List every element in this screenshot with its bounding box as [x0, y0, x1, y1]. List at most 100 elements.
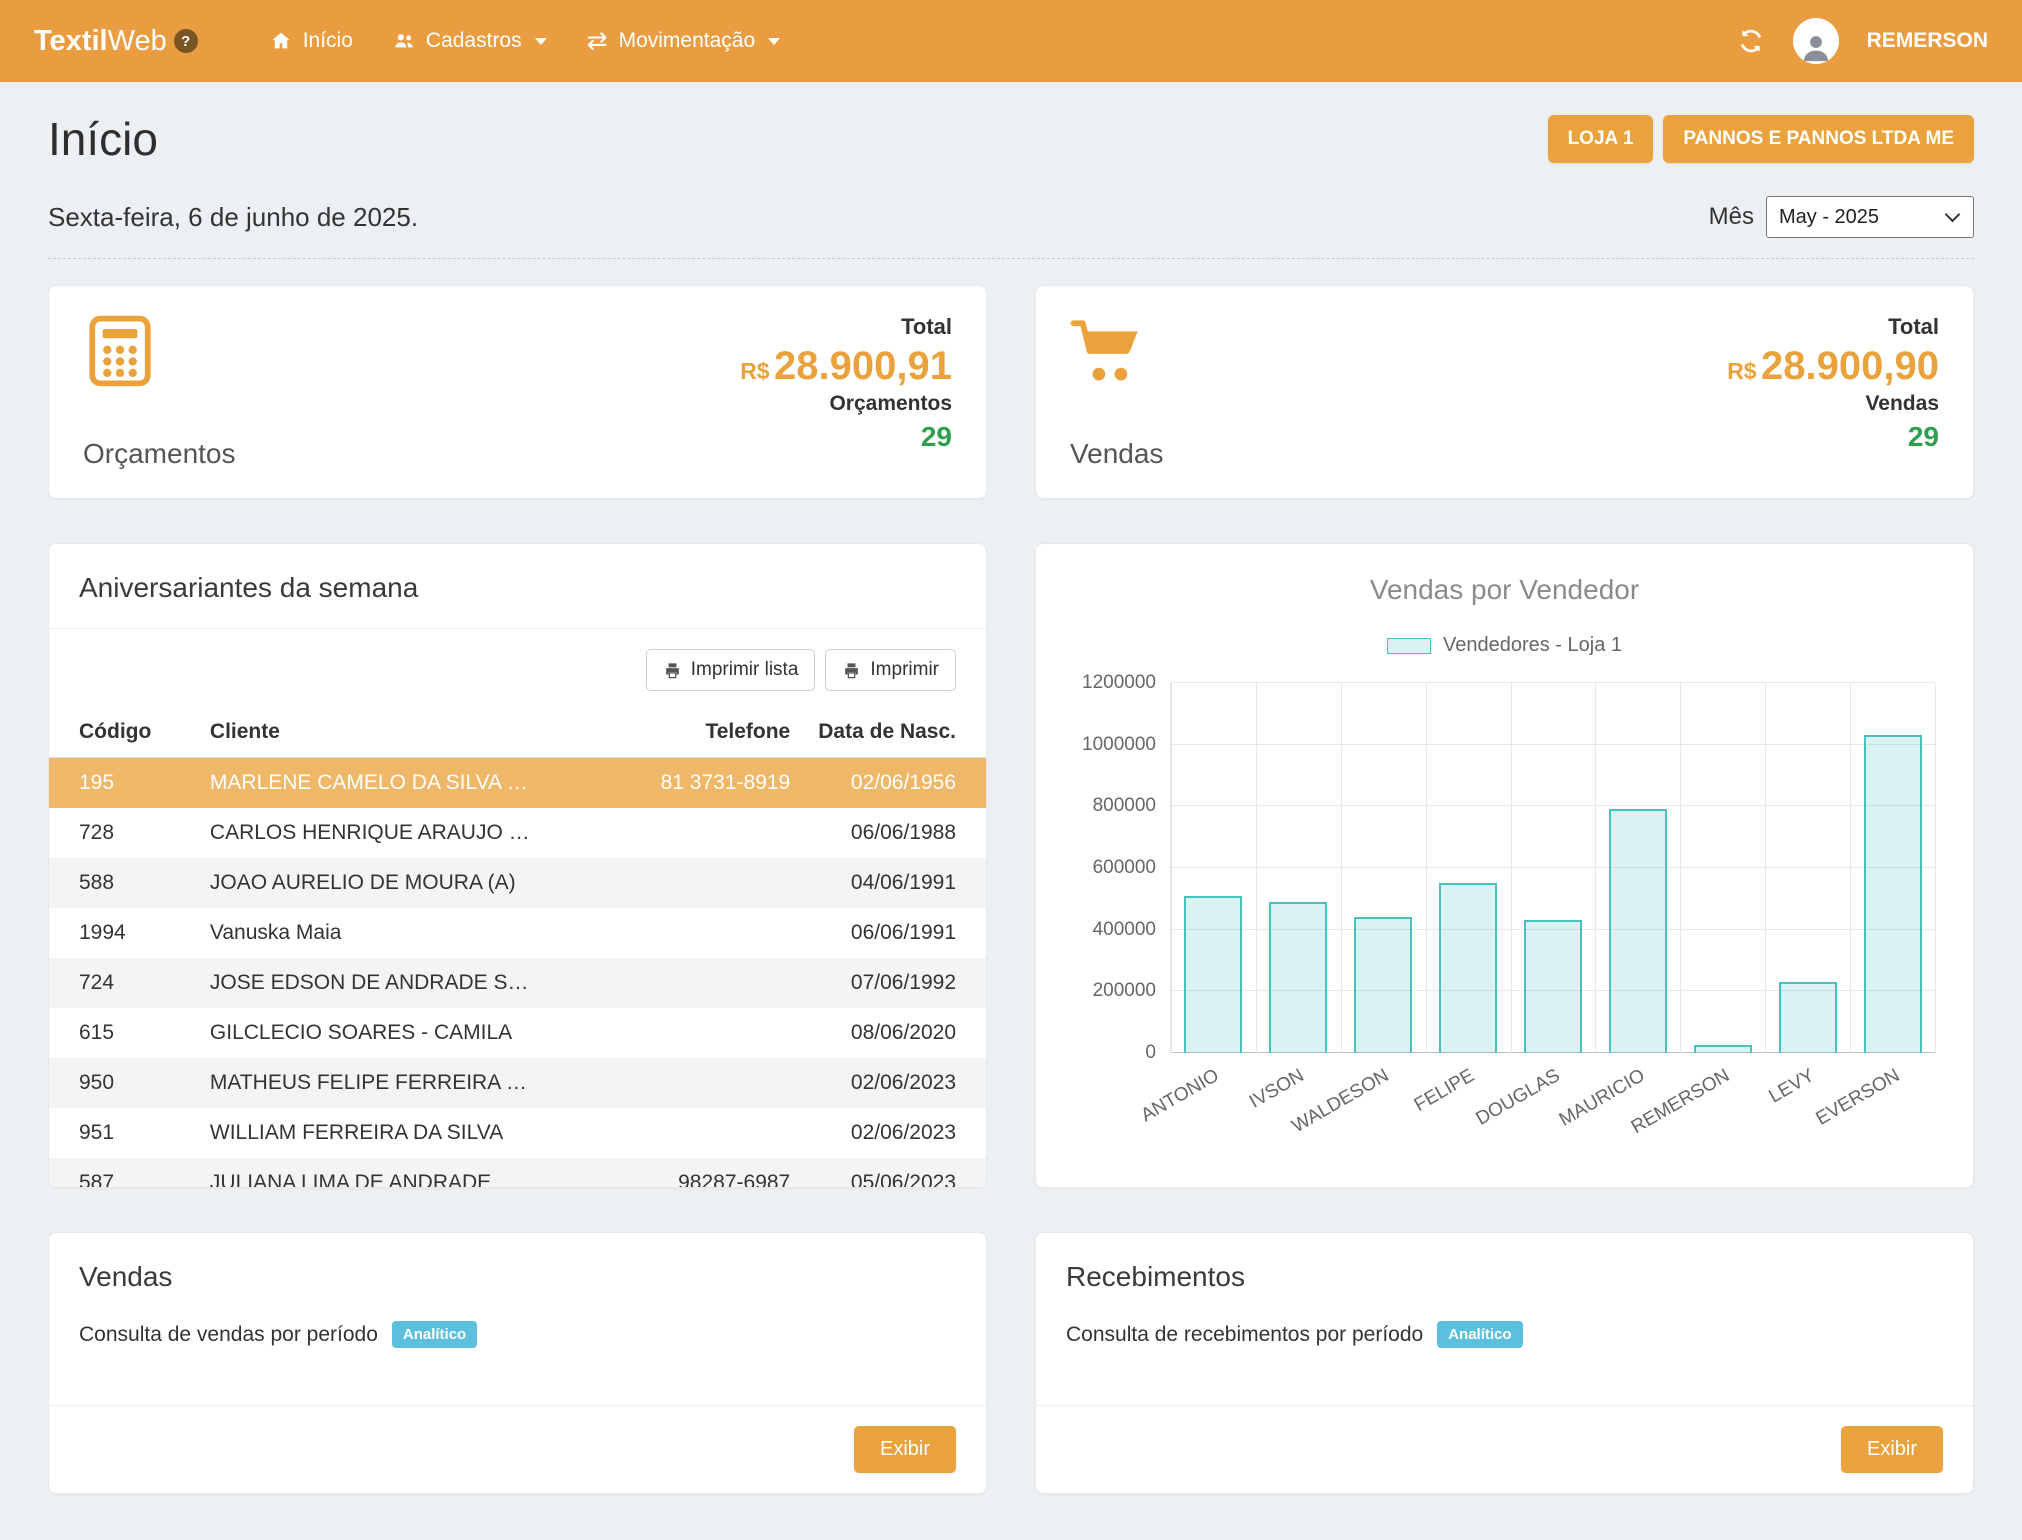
- x-axis-label: EVERSON: [1812, 1065, 1903, 1131]
- x-axis-label: ANTONIO: [1138, 1065, 1224, 1127]
- legend-swatch: [1387, 638, 1431, 654]
- birthday-row[interactable]: 724 JOSE EDSON DE ANDRADE S… 07/06/1992: [49, 958, 986, 1008]
- gridline: [1256, 683, 1257, 1053]
- birthday-row[interactable]: 588 JOAO AURELIO DE MOURA (A) 04/06/1991: [49, 858, 986, 908]
- birthdays-card: Aniversariantes da semana Imprimir lista: [48, 543, 987, 1188]
- birthday-row[interactable]: 728 CARLOS HENRIQUE ARAUJO … 06/06/1988: [49, 808, 986, 858]
- bar-everson: [1864, 735, 1922, 1053]
- x-axis-label: IVSON: [1246, 1065, 1308, 1114]
- birthday-row[interactable]: 615 GILCLECIO SOARES - CAMILA 08/06/2020: [49, 1008, 986, 1058]
- cell-codigo: 1994: [49, 908, 196, 958]
- birthday-row[interactable]: 950 MATHEUS FELIPE FERREIRA … 02/06/2023: [49, 1058, 986, 1108]
- chevron-down-icon: [768, 38, 780, 45]
- birthday-row[interactable]: 951 WILLIAM FERREIRA DA SILVA 02/06/2023: [49, 1108, 986, 1158]
- cell-telefone: 81 3731-8919: [602, 758, 804, 809]
- cell-telefone: [602, 958, 804, 1008]
- gridline: [1171, 805, 1935, 806]
- exibir-button[interactable]: Exibir: [1841, 1426, 1943, 1473]
- cell-telefone: [602, 808, 804, 858]
- gridline: [1171, 744, 1935, 745]
- store-button[interactable]: LOJA 1: [1548, 115, 1654, 163]
- current-date: Sexta-feira, 6 de junho de 2025.: [48, 202, 418, 233]
- birthdays-table: Código Cliente Telefone Data de Nasc. 19…: [49, 707, 986, 1188]
- gridline: [1935, 683, 1936, 1053]
- report-description: Consulta de vendas por período: [79, 1323, 378, 1347]
- cell-cliente: CARLOS HENRIQUE ARAUJO …: [196, 808, 603, 858]
- cart-icon: [1070, 314, 1144, 388]
- cell-nascimento: 05/06/2023: [804, 1158, 986, 1188]
- cell-codigo: 615: [49, 1008, 196, 1058]
- month-select[interactable]: May - 2025: [1766, 196, 1974, 238]
- company-button[interactable]: PANNOS E PANNOS LTDA ME: [1663, 115, 1974, 163]
- bar-mauricio: [1609, 809, 1667, 1053]
- cell-cliente: JOAO AURELIO DE MOURA (A): [196, 858, 603, 908]
- brand-bold: Textil: [34, 25, 108, 58]
- bar-douglas: [1524, 920, 1582, 1053]
- analitico-badge: Analítico: [392, 1321, 477, 1348]
- y-axis-tick: 800000: [1093, 795, 1156, 817]
- bar-waldeson: [1354, 917, 1412, 1053]
- gridline: [1341, 683, 1342, 1053]
- nav-cadastros-label: Cadastros: [426, 29, 522, 53]
- cell-nascimento: 02/06/2023: [804, 1108, 986, 1158]
- month-select-wrap: May - 2025: [1766, 196, 1974, 238]
- legend-label: Vendedores - Loja 1: [1443, 634, 1622, 657]
- cell-cliente: GILCLECIO SOARES - CAMILA: [196, 1008, 603, 1058]
- nav-movimentacao-label: Movimentação: [619, 29, 756, 53]
- cell-cliente: MARLENE CAMELO DA SILVA …: [196, 758, 603, 809]
- vendas-summary-card: Vendas Total R$ 28.900,90 Vendas 29: [1035, 285, 1974, 499]
- printer-icon: [663, 661, 682, 680]
- cell-nascimento: 08/06/2020: [804, 1008, 986, 1058]
- y-axis-tick: 600000: [1093, 857, 1156, 879]
- nav-inicio-label: Início: [303, 29, 353, 53]
- nav-inicio[interactable]: Início: [250, 17, 373, 65]
- print-button[interactable]: Imprimir: [825, 649, 956, 691]
- refresh-icon[interactable]: [1737, 27, 1765, 55]
- chevron-down-icon: [535, 38, 547, 45]
- cell-nascimento: 06/06/1988: [804, 808, 986, 858]
- home-icon: [270, 30, 292, 52]
- total-label: Total: [740, 314, 952, 340]
- report-description: Consulta de recebimentos por período: [1066, 1323, 1423, 1347]
- gridline: [1511, 683, 1512, 1053]
- cell-nascimento: 07/06/1992: [804, 958, 986, 1008]
- cell-nascimento: 02/06/2023: [804, 1058, 986, 1108]
- cell-codigo: 724: [49, 958, 196, 1008]
- cell-telefone: 98287-6987: [602, 1158, 804, 1188]
- birthday-row-selected[interactable]: 195 MARLENE CAMELO DA SILVA … 81 3731-89…: [49, 758, 986, 809]
- help-icon[interactable]: ?: [174, 29, 198, 53]
- print-list-button[interactable]: Imprimir lista: [646, 649, 816, 691]
- nav-cadastros[interactable]: Cadastros: [373, 17, 567, 65]
- exibir-button[interactable]: Exibir: [854, 1426, 956, 1473]
- bar-chart: 020000040000060000080000010000001200000 …: [1052, 675, 1945, 1135]
- currency-symbol: R$: [1727, 358, 1756, 384]
- avatar[interactable]: [1793, 18, 1839, 64]
- y-axis-tick: 1200000: [1082, 672, 1156, 694]
- count-label: Orçamentos: [740, 392, 952, 416]
- users-icon: [393, 30, 415, 52]
- cell-telefone: [602, 1108, 804, 1158]
- currency-symbol: R$: [740, 358, 769, 384]
- summary-section: Orçamentos Total R$ 28.900,91 Orçamentos…: [48, 285, 1974, 499]
- cell-codigo: 587: [49, 1158, 196, 1188]
- cell-cliente: MATHEUS FELIPE FERREIRA …: [196, 1058, 603, 1108]
- navbar: TextilWeb ? Início Cadastros ⇄ Movimenta…: [0, 0, 2022, 82]
- birthday-row[interactable]: 1994 Vanuska Maia 06/06/1991: [49, 908, 986, 958]
- cell-codigo: 951: [49, 1108, 196, 1158]
- calculator-icon: [83, 314, 157, 388]
- nav-movimentacao[interactable]: ⇄ Movimentação: [567, 17, 801, 66]
- count-value: 29: [1727, 421, 1939, 453]
- bar-ivson: [1269, 902, 1327, 1053]
- y-axis-tick: 200000: [1093, 980, 1156, 1002]
- gridline: [1850, 683, 1851, 1053]
- app-logo[interactable]: TextilWeb ?: [34, 25, 198, 58]
- username[interactable]: REMERSON: [1867, 29, 1988, 53]
- brand-light: Web: [108, 25, 167, 58]
- y-axis: 020000040000060000080000010000001200000: [1052, 683, 1156, 1053]
- total-amount: R$ 28.900,90: [1727, 345, 1939, 387]
- gridline: [1595, 683, 1596, 1053]
- person-icon: [1799, 30, 1833, 64]
- birthday-row[interactable]: 587 JULIANA LIMA DE ANDRADE 98287-6987 0…: [49, 1158, 986, 1188]
- chart-legend[interactable]: Vendedores - Loja 1: [1036, 634, 1973, 657]
- chart-title: Vendas por Vendedor: [1036, 574, 1973, 606]
